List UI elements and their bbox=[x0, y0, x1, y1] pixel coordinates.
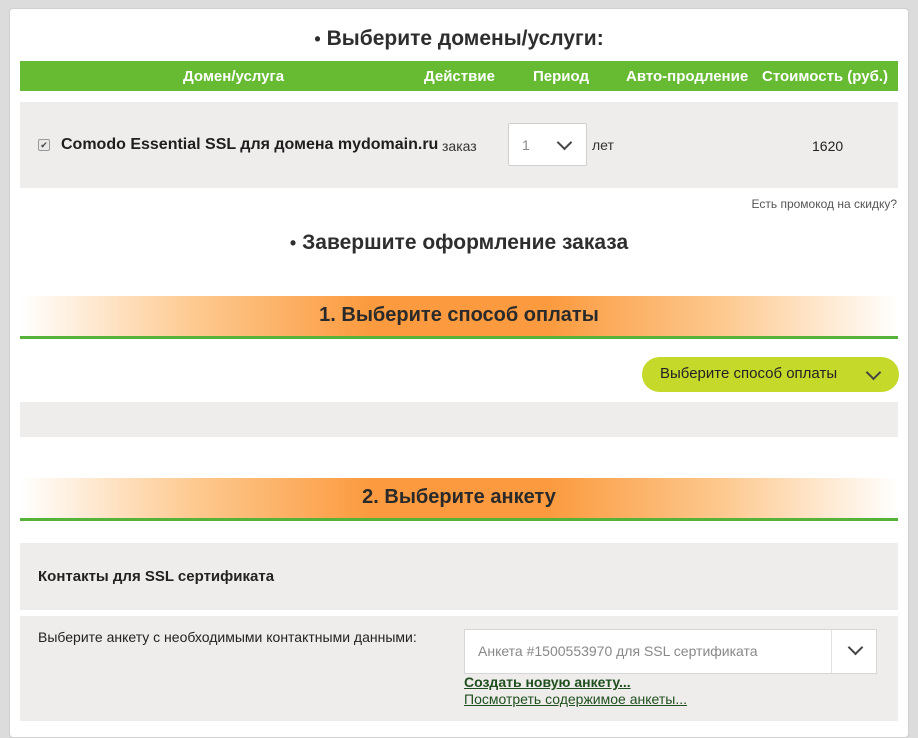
period-unit: лет bbox=[592, 137, 614, 153]
service-action: заказ bbox=[442, 138, 477, 154]
period-select[interactable]: 1 bbox=[508, 123, 587, 166]
payment-method-label: Выберите способ оплаты bbox=[660, 365, 838, 382]
choose-profile-label: Выберите анкету с необходимыми контактны… bbox=[38, 629, 417, 645]
profile-select[interactable]: Анкета #1500553970 для SSL сертификата bbox=[464, 629, 877, 674]
service-checkbox[interactable]: ✔ bbox=[38, 139, 50, 151]
create-profile-link[interactable]: Создать новую анкету... bbox=[464, 674, 631, 690]
column-cost: Стоимость (руб.) bbox=[762, 68, 889, 85]
column-action: Действие bbox=[424, 68, 495, 85]
step2-bar: 2. Выберите анкету bbox=[20, 478, 898, 521]
domains-heading: • Выберите домены/услуги: bbox=[314, 27, 604, 50]
chevron-down-icon bbox=[847, 639, 864, 656]
chevron-down-icon bbox=[556, 134, 573, 151]
select-divider bbox=[831, 630, 832, 673]
step1-bar: 1. Выберите способ оплаты bbox=[20, 296, 898, 339]
payment-method-dropdown[interactable]: Выберите способ оплаты bbox=[642, 357, 899, 392]
services-table-header: Домен/услуга Действие Период Авто-продле… bbox=[20, 61, 898, 91]
service-name: Comodo Essential SSL для домена mydomain… bbox=[61, 136, 439, 153]
column-service: Домен/услуга bbox=[183, 68, 285, 85]
chevron-down-icon bbox=[865, 364, 882, 381]
service-cost: 1620 bbox=[812, 138, 844, 154]
bullet: • bbox=[314, 29, 321, 49]
contacts-title: Контакты для SSL сертификата bbox=[38, 568, 275, 585]
period-value: 1 bbox=[522, 137, 530, 153]
column-period: Период bbox=[533, 68, 589, 85]
service-row: ✔ Comodo Essential SSL для домена mydoma… bbox=[20, 102, 898, 188]
bullet: • bbox=[289, 233, 297, 253]
promo-code-link[interactable]: Есть промокод на скидку? bbox=[752, 197, 898, 211]
payment-details-area bbox=[20, 402, 898, 437]
step1-title: 1. Выберите способ оплаты bbox=[319, 304, 599, 326]
order-panel: • Выберите домены/услуги: Домен/услуга Де… bbox=[9, 8, 909, 738]
checkout-heading: • Завершите оформление заказа bbox=[289, 231, 629, 254]
step2-title: 2. Выберите анкету bbox=[362, 486, 556, 508]
profile-selected-value: Анкета #1500553970 для SSL сертификата bbox=[478, 643, 758, 659]
view-profile-link[interactable]: Посмотреть содержимое анкеты... bbox=[464, 691, 687, 707]
column-auto-renewal: Авто-продление bbox=[626, 68, 749, 85]
